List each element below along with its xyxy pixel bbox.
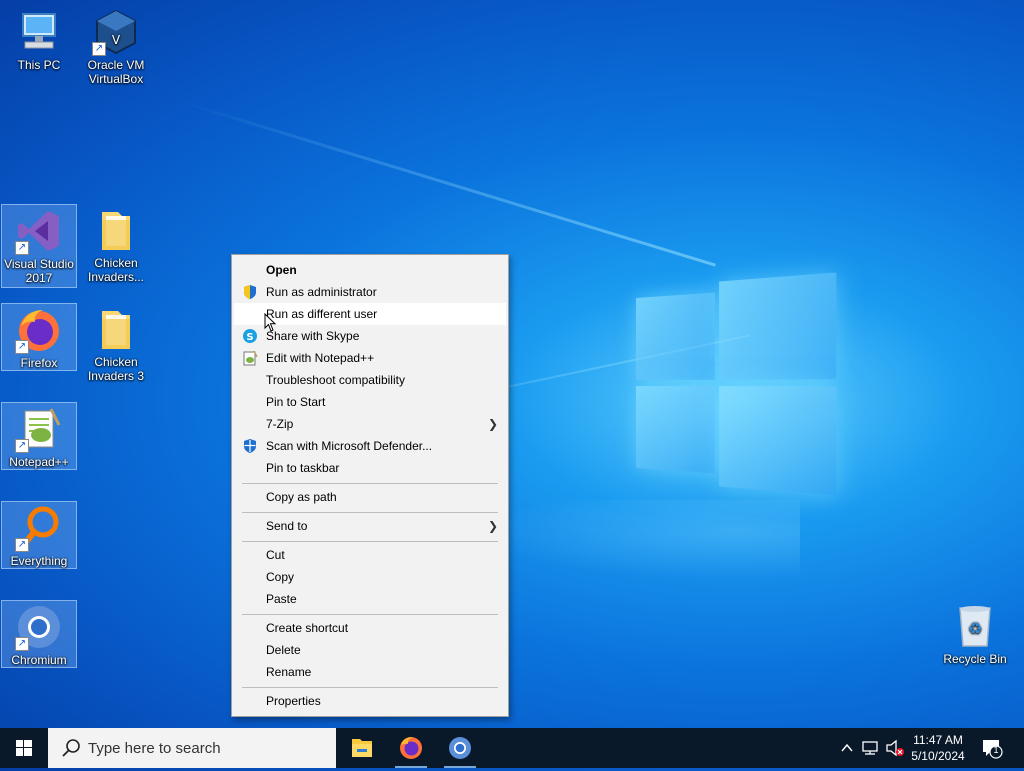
search-placeholder: Type here to search	[88, 740, 221, 757]
windows-start-icon	[16, 740, 32, 756]
file-explorer-icon	[352, 739, 372, 757]
menu-item-copy-as-path[interactable]: Copy as path	[234, 486, 506, 508]
network-icon	[862, 741, 878, 755]
menu-item-scan-with-defender[interactable]: Scan with Microsoft Defender...	[234, 435, 506, 457]
network-status[interactable]	[860, 728, 882, 768]
desktop-icon-chicken-invaders[interactable]: Chicken Invaders...	[78, 204, 154, 288]
recycle-bin-icon: ♻	[951, 602, 999, 650]
folder-icon	[92, 206, 140, 254]
menu-separator	[242, 512, 498, 513]
action-center-button[interactable]: 1	[980, 736, 1004, 760]
menu-item-rename[interactable]: Rename	[234, 661, 506, 683]
svg-text:♻: ♻	[968, 619, 982, 638]
taskbar-file-explorer[interactable]	[338, 728, 386, 768]
magnifier-icon: ↗	[15, 504, 63, 552]
skype-icon: S	[242, 328, 258, 344]
menu-separator	[242, 541, 498, 542]
menu-item-cut[interactable]: Cut	[234, 544, 506, 566]
taskbar: Type here to search 11:47 AM 5/10/2024 1	[0, 728, 1024, 768]
chevron-right-icon: ❯	[487, 519, 498, 533]
svg-text:S: S	[246, 332, 253, 343]
desktop-icon-this-pc[interactable]: This PC	[1, 6, 77, 76]
windows-logo-wallpaper	[636, 272, 837, 496]
menu-item-run-as-administrator[interactable]: Run as administrator	[234, 281, 506, 303]
background-glow	[480, 500, 800, 580]
visual-studio-icon: ↗	[15, 207, 63, 255]
menu-item-pin-to-taskbar[interactable]: Pin to taskbar	[234, 457, 506, 479]
menu-item-7zip[interactable]: 7-Zip ❯	[234, 413, 506, 435]
menu-item-properties[interactable]: Properties	[234, 690, 506, 712]
notification-icon	[983, 740, 1003, 759]
menu-item-troubleshoot-compatibility[interactable]: Troubleshoot compatibility	[234, 369, 506, 391]
menu-item-paste[interactable]: Paste	[234, 588, 506, 610]
svg-text:V: V	[112, 33, 121, 47]
menu-separator	[242, 614, 498, 615]
firefox-icon	[400, 737, 422, 759]
virtualbox-icon: V ↗	[92, 8, 140, 56]
show-hidden-icons-button[interactable]	[838, 728, 856, 768]
desktop-icon-chicken-invaders-3[interactable]: Chicken Invaders 3	[78, 303, 154, 387]
menu-item-open[interactable]: Open	[234, 259, 506, 281]
search-icon	[62, 739, 80, 757]
folder-icon	[92, 305, 140, 353]
chromium-icon	[449, 737, 471, 759]
desktop-icon-notepadpp[interactable]: ↗ Notepad++	[1, 402, 77, 470]
start-button[interactable]	[0, 728, 48, 768]
chevron-up-icon	[841, 743, 853, 752]
taskbar-clock[interactable]: 11:47 AM 5/10/2024	[902, 732, 974, 764]
notification-count-badge: 1	[993, 745, 999, 755]
menu-item-pin-to-start[interactable]: Pin to Start	[234, 391, 506, 413]
notepadpp-icon	[242, 350, 258, 366]
chevron-right-icon: ❯	[487, 417, 498, 431]
defender-icon	[242, 438, 258, 454]
chromium-icon: ↗	[15, 603, 63, 651]
desktop-icon-visual-studio[interactable]: ↗ Visual Studio 2017	[1, 204, 77, 288]
menu-item-delete[interactable]: Delete	[234, 639, 506, 661]
taskbar-chromium[interactable]	[436, 728, 484, 768]
menu-item-send-to[interactable]: Send to ❯	[234, 515, 506, 537]
background-light-ray	[179, 100, 716, 267]
desktop-icon-virtualbox[interactable]: V ↗ Oracle VM VirtualBox	[78, 6, 154, 90]
menu-item-create-shortcut[interactable]: Create shortcut	[234, 617, 506, 639]
notepadpp-icon: ↗	[15, 405, 63, 453]
mouse-cursor-icon	[264, 313, 277, 332]
desktop-icon-recycle-bin[interactable]: ♻ Recycle Bin	[937, 600, 1013, 670]
menu-separator	[242, 687, 498, 688]
clock-date: 5/10/2024	[911, 749, 965, 763]
desktop-icon-everything[interactable]: ↗ Everything	[1, 501, 77, 569]
taskbar-firefox[interactable]	[387, 728, 435, 768]
clock-time: 11:47 AM	[913, 733, 963, 747]
firefox-icon: ↗	[15, 306, 63, 354]
computer-icon	[15, 8, 63, 56]
menu-separator	[242, 483, 498, 484]
desktop-icon-chromium[interactable]: ↗ Chromium	[1, 600, 77, 668]
menu-item-edit-with-notepadpp[interactable]: Edit with Notepad++	[234, 347, 506, 369]
taskbar-search-box[interactable]: Type here to search	[48, 728, 336, 768]
desktop-icon-firefox[interactable]: ↗ Firefox	[1, 303, 77, 371]
uac-shield-icon	[242, 284, 258, 300]
menu-item-copy[interactable]: Copy	[234, 566, 506, 588]
